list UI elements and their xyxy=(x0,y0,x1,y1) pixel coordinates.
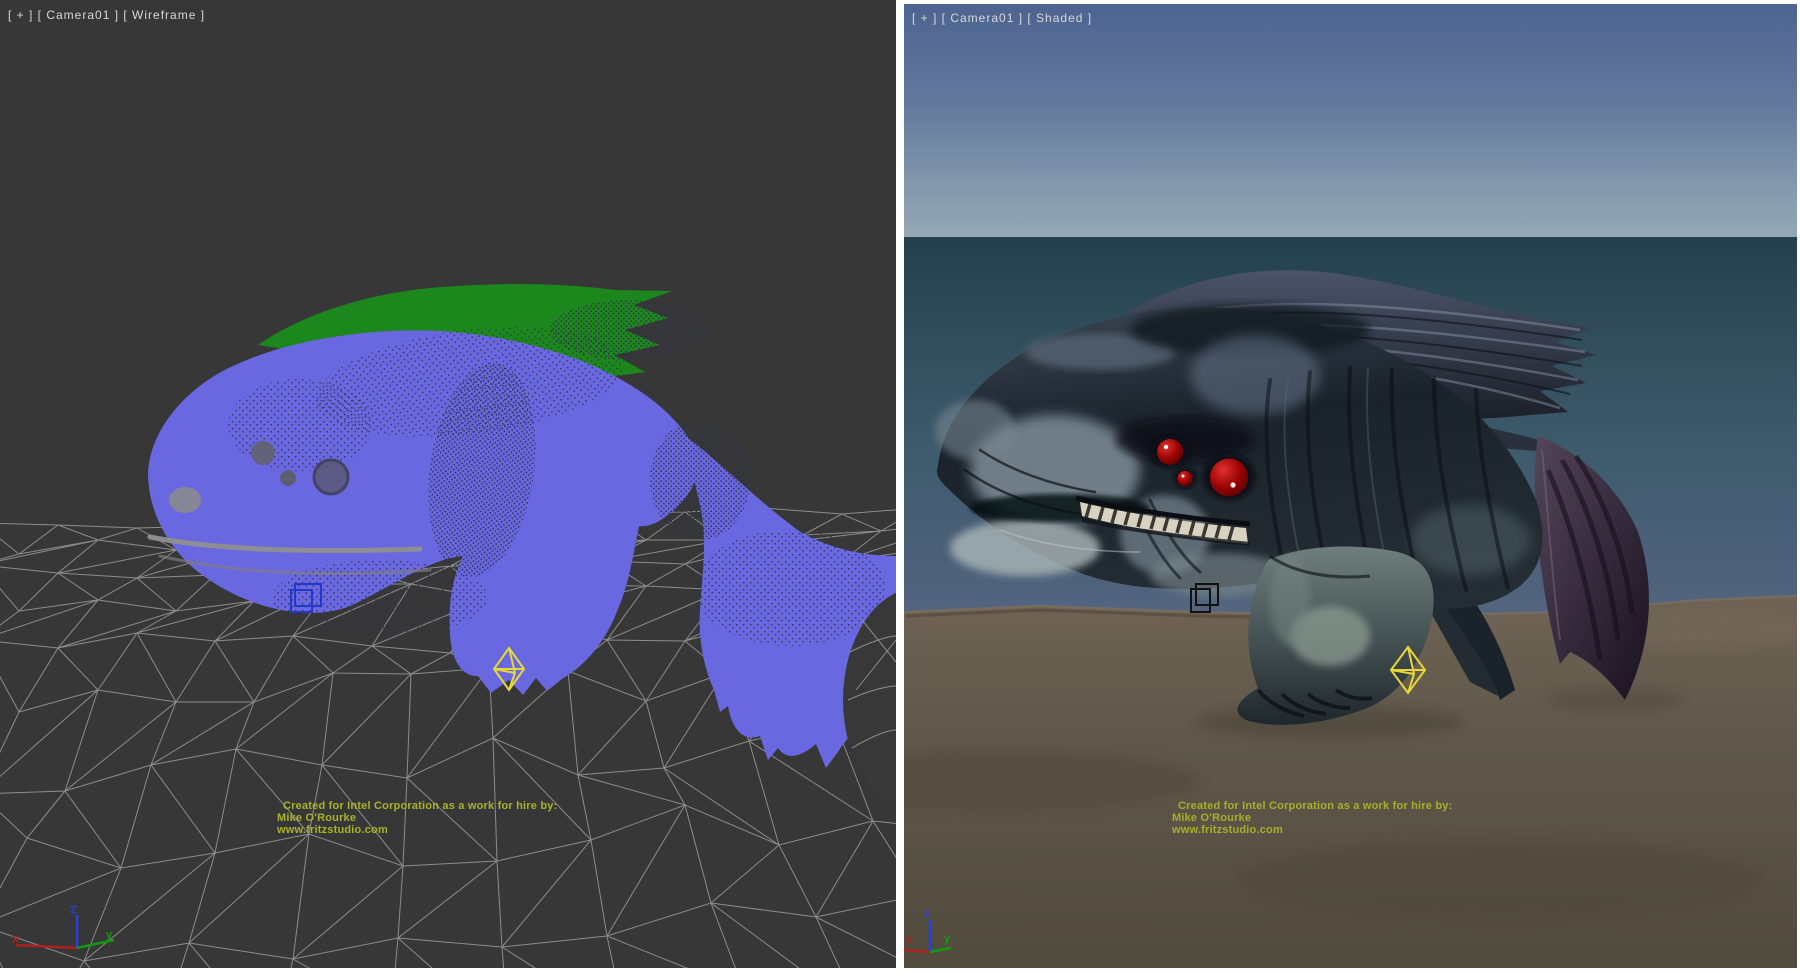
viewport-shaded[interactable]: Created for Intel Corporation as a work … xyxy=(904,4,1797,968)
axis-x-label: x xyxy=(906,934,913,946)
sky-backdrop xyxy=(904,4,1797,237)
fish-eye-wireframe xyxy=(314,460,348,494)
credit-line-2: Mike O'Rourke xyxy=(277,812,356,824)
viewport-wireframe[interactable]: Created for Intel Corporation as a work … xyxy=(0,0,896,968)
axis-z-label: z xyxy=(924,908,930,920)
eye-left xyxy=(1157,439,1183,465)
axis-x-label: X xyxy=(12,934,20,946)
eye-right xyxy=(1210,459,1248,497)
credit-line-2: Mike O'Rourke xyxy=(1172,812,1251,824)
axis-y-label: y xyxy=(944,933,951,945)
viewport-divider[interactable] xyxy=(896,0,904,978)
credit-line-1: Created for Intel Corporation as a work … xyxy=(1178,800,1452,812)
eye-small xyxy=(1178,471,1193,486)
viewport-label-shaded[interactable]: [ + ] [ Camera01 ] [ Shaded ] xyxy=(912,11,1092,25)
credit-text: Created for Intel Corporation as a work … xyxy=(276,800,557,836)
credit-line-1: Created for Intel Corporation as a work … xyxy=(283,800,557,812)
axis-z-label: Z xyxy=(70,904,77,916)
credit-line-3: www.fritzstudio.com xyxy=(1171,824,1283,836)
axis-y-label: y xyxy=(106,929,113,941)
wireframe-scene: Created for Intel Corporation as a work … xyxy=(0,0,896,968)
credit-line-3: www.fritzstudio.com xyxy=(276,824,388,836)
shaded-scene: Created for Intel Corporation as a work … xyxy=(904,4,1797,968)
viewport-label-wireframe[interactable]: [ + ] [ Camera01 ] [ Wireframe ] xyxy=(8,8,205,22)
dual-viewport-canvas: Created for Intel Corporation as a work … xyxy=(0,0,1800,978)
